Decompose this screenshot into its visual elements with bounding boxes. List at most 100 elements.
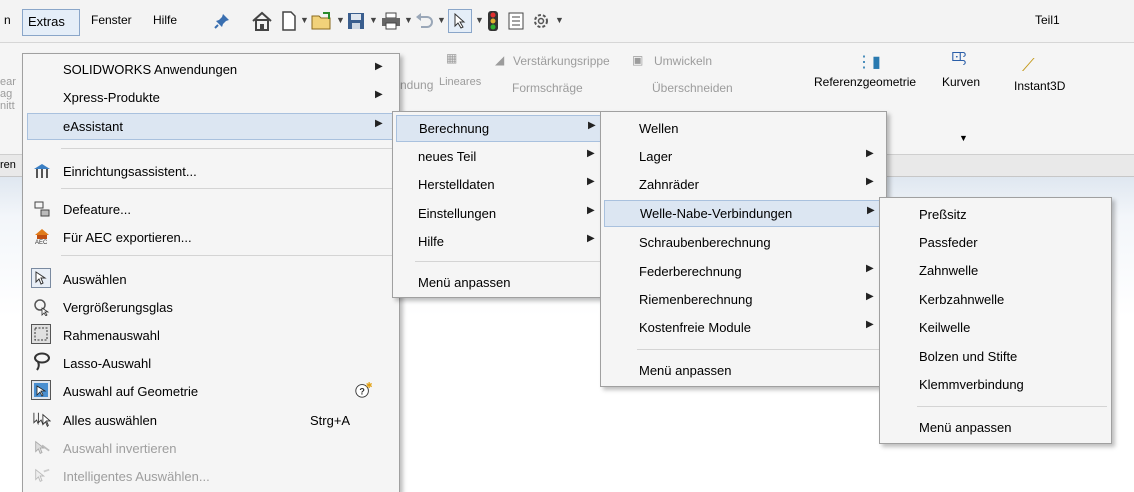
chevron-down-icon[interactable]: ▼ bbox=[475, 15, 484, 25]
menu-separator bbox=[637, 349, 882, 350]
menu-item-label: Passfeder bbox=[919, 235, 978, 250]
file-properties-icon[interactable] bbox=[507, 9, 525, 33]
chevron-down-icon[interactable]: ▼ bbox=[300, 15, 309, 25]
lasso-icon bbox=[33, 352, 51, 371]
menu-item-solidworks-anwendungen[interactable]: SOLIDWORKS Anwendungen ▶ bbox=[23, 56, 399, 83]
chevron-down-icon[interactable]: ▼ bbox=[959, 133, 968, 143]
menu-item-auswahl-invertieren[interactable]: Auswahl invertieren bbox=[23, 435, 399, 462]
menu-item-zahnwelle[interactable]: Zahnwelle bbox=[880, 257, 1111, 284]
tab-partial[interactable]: ren bbox=[0, 159, 16, 171]
menu-item-defeature[interactable]: Defeature... bbox=[23, 196, 399, 223]
ribbon-cut-label: nitt bbox=[0, 100, 15, 112]
menu-item-label: Für AEC exportieren... bbox=[63, 230, 192, 245]
menu-item-label: eAssistant bbox=[63, 119, 123, 134]
menu-item-berechnung[interactable]: Berechnung ▶ bbox=[396, 115, 603, 142]
menu-item-bolzen-und-stifte[interactable]: Bolzen und Stifte bbox=[880, 343, 1111, 370]
ribbon-instant3d[interactable]: Instant3D bbox=[1014, 79, 1065, 93]
menu-item-neues-teil[interactable]: neues Teil ▶ bbox=[393, 143, 606, 170]
menu-partial[interactable]: n bbox=[4, 13, 11, 27]
menu-item-label: Lager bbox=[639, 149, 673, 164]
menu-item-menue-anpassen[interactable]: Menü anpassen bbox=[880, 414, 1111, 441]
menu-bar: n Extras Fenster Hilfe ▼ ▼ ▼ ▼ ▼ ▼ ▼ Tei… bbox=[0, 0, 1134, 43]
ribbon-ueberschneiden[interactable]: Überschneiden bbox=[652, 81, 733, 95]
menu-item-rahmenauswahl[interactable]: Rahmenauswahl bbox=[23, 322, 399, 349]
menu-item-wellen[interactable]: Wellen bbox=[601, 115, 886, 142]
menu-extras[interactable]: Extras bbox=[22, 9, 80, 36]
svg-text:AEC: AEC bbox=[35, 240, 48, 245]
menu-item-auswahl-auf-geometrie[interactable]: Auswahl auf Geometrie ? ✱ bbox=[23, 378, 399, 405]
menu-item-keilwelle[interactable]: Keilwelle bbox=[880, 314, 1111, 341]
menu-item-eassistant[interactable]: eAssistant ▶ bbox=[27, 113, 395, 140]
chevron-down-icon[interactable]: ▼ bbox=[336, 15, 345, 25]
menu-item-schraubenberechnung[interactable]: Schraubenberechnung bbox=[601, 229, 886, 256]
ribbon-lineares-label[interactable]: Lineares bbox=[439, 76, 481, 88]
help-tip-icon[interactable]: ? ✱ bbox=[354, 381, 372, 399]
chevron-down-icon[interactable]: ▼ bbox=[369, 15, 378, 25]
menu-item-einstellungen[interactable]: Einstellungen ▶ bbox=[393, 200, 606, 227]
menu-item-label: Auswählen bbox=[63, 272, 127, 287]
menu-item-zahnraeder[interactable]: Zahnräder ▶ bbox=[601, 171, 886, 198]
select-all-icon bbox=[33, 411, 51, 429]
svg-text:✱: ✱ bbox=[366, 381, 372, 390]
menu-item-federberechnung[interactable]: Federberechnung ▶ bbox=[601, 258, 886, 285]
undo-icon[interactable] bbox=[414, 9, 434, 33]
menu-item-menue-anpassen[interactable]: Menü anpassen bbox=[393, 269, 606, 296]
submenu-arrow-icon: ▶ bbox=[866, 148, 874, 159]
select-on-geometry-icon bbox=[31, 380, 51, 400]
menu-item-riemenberechnung[interactable]: Riemenberechnung ▶ bbox=[601, 286, 886, 313]
menu-item-auswaehlen[interactable]: Auswählen bbox=[23, 266, 399, 293]
menu-item-label: Lasso-Auswahl bbox=[63, 356, 152, 371]
instant3d-icon[interactable]: ⟋ bbox=[1022, 55, 1035, 76]
menu-item-passfeder[interactable]: Passfeder bbox=[880, 229, 1111, 256]
menu-item-aec-export[interactable]: AEC Für AEC exportieren... bbox=[23, 224, 399, 251]
open-folder-icon[interactable] bbox=[310, 9, 334, 33]
menu-item-vergroesserungsglas[interactable]: Vergrößerungsglas bbox=[23, 294, 399, 321]
menu-separator bbox=[61, 188, 395, 189]
rib-icon: ◢ bbox=[495, 53, 505, 67]
ribbon-dung-label[interactable]: ndung bbox=[400, 78, 433, 92]
menu-item-herstelldaten[interactable]: Herstelldaten ▶ bbox=[393, 171, 606, 198]
chevron-down-icon[interactable]: ▼ bbox=[404, 15, 413, 25]
print-icon[interactable] bbox=[380, 9, 402, 33]
menu-item-kerbzahnwelle[interactable]: Kerbzahnwelle bbox=[880, 286, 1111, 313]
menu-item-lager[interactable]: Lager ▶ bbox=[601, 143, 886, 170]
options-gear-icon[interactable] bbox=[531, 9, 551, 33]
menu-item-lasso-auswahl[interactable]: Lasso-Auswahl bbox=[23, 350, 399, 377]
menu-item-intelligentes-auswaehlen[interactable]: Intelligentes Auswählen... bbox=[23, 463, 399, 490]
home-icon[interactable] bbox=[250, 9, 274, 33]
curves-icon[interactable]: ꕓ bbox=[951, 49, 967, 70]
chevron-down-icon[interactable]: ▼ bbox=[555, 15, 564, 25]
menu-item-alles-auswaehlen[interactable]: Alles auswählen Strg+A bbox=[23, 407, 399, 434]
ribbon-formschraege[interactable]: Formschräge bbox=[512, 81, 583, 95]
submenu-arrow-icon: ▶ bbox=[866, 319, 874, 330]
save-icon[interactable] bbox=[346, 9, 366, 33]
menu-item-pressitz[interactable]: Preßsitz bbox=[880, 201, 1111, 228]
extras-menu: SOLIDWORKS Anwendungen ▶ Xpress-Produkte… bbox=[22, 53, 400, 492]
ribbon-referenzgeometrie[interactable]: Referenzgeometrie bbox=[814, 75, 916, 89]
menu-hilfe[interactable]: Hilfe bbox=[153, 13, 177, 27]
submenu-arrow-icon: ▶ bbox=[587, 205, 595, 216]
submenu-arrow-icon: ▶ bbox=[587, 148, 595, 159]
ribbon-umwickeln[interactable]: Umwickeln bbox=[654, 54, 712, 68]
pin-icon[interactable] bbox=[212, 9, 232, 33]
menu-fenster[interactable]: Fenster bbox=[91, 13, 132, 27]
menu-item-kostenfreie-module[interactable]: Kostenfreie Module ▶ bbox=[601, 314, 886, 341]
menu-item-welle-nabe-verbindungen[interactable]: Welle-Nabe-Verbindungen ▶ bbox=[604, 200, 883, 227]
aec-export-icon: AEC bbox=[33, 227, 51, 245]
new-document-icon[interactable] bbox=[280, 9, 298, 33]
ribbon-kurven[interactable]: Kurven bbox=[942, 75, 980, 89]
menu-item-label: Einstellungen bbox=[418, 206, 497, 221]
rebuild-traffic-light-icon[interactable] bbox=[487, 9, 499, 33]
menu-separator bbox=[917, 406, 1107, 407]
reference-geometry-icon[interactable]: ⋮▮ bbox=[856, 52, 881, 72]
menu-item-einrichtungsassistent[interactable]: Einrichtungsassistent... bbox=[23, 158, 399, 185]
menu-item-xpress-produkte[interactable]: Xpress-Produkte ▶ bbox=[23, 84, 399, 111]
chevron-down-icon[interactable]: ▼ bbox=[437, 15, 446, 25]
menu-item-menue-anpassen[interactable]: Menü anpassen bbox=[601, 357, 886, 384]
submenu-arrow-icon: ▶ bbox=[587, 176, 595, 187]
menu-item-hilfe[interactable]: Hilfe ▶ bbox=[393, 228, 606, 255]
menu-item-klemmverbindung[interactable]: Klemmverbindung bbox=[880, 371, 1111, 398]
ribbon-verstaerkungsrippe[interactable]: Verstärkungsrippe bbox=[513, 54, 610, 68]
menu-item-label: neues Teil bbox=[418, 149, 477, 164]
select-arrow-icon[interactable] bbox=[448, 9, 472, 33]
